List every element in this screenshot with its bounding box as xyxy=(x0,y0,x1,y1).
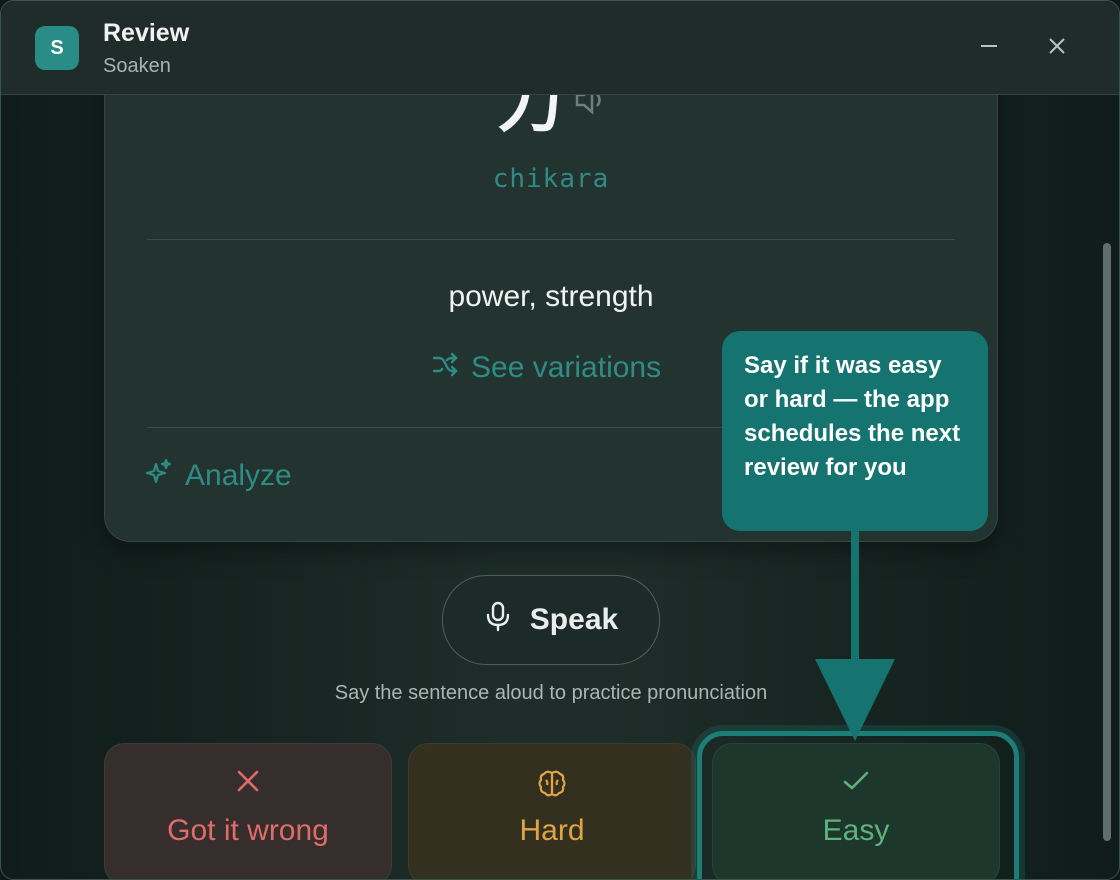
meaning-text: power, strength xyxy=(448,280,654,313)
window-title: Review xyxy=(103,19,190,47)
close-button[interactable] xyxy=(1039,31,1075,65)
title-bar: S Review Soaken xyxy=(1,1,1119,95)
speak-label: Speak xyxy=(529,603,619,636)
hard-label: Hard xyxy=(519,814,585,847)
speak-hint: Say the sentence aloud to practice pronu… xyxy=(334,682,768,704)
minimize-button[interactable] xyxy=(971,31,1007,65)
reading-romaji: chikara xyxy=(492,164,610,194)
analyze-button[interactable]: Analyze xyxy=(145,458,292,494)
tutorial-tooltip: Say if it was easy or hard — the app sch… xyxy=(722,331,988,531)
minimize-icon xyxy=(979,36,999,61)
review-window: 力 chikara power, strength See variations xyxy=(0,0,1120,880)
sparkles-icon xyxy=(145,458,173,494)
see-variations-link[interactable]: See variations xyxy=(431,350,661,386)
see-variations-label: See variations xyxy=(471,351,662,384)
got-it-wrong-label: Got it wrong xyxy=(167,814,329,847)
x-icon xyxy=(105,768,391,794)
app-logo-icon: S xyxy=(35,26,79,70)
divider xyxy=(147,239,955,240)
hard-button[interactable]: Hard xyxy=(408,743,696,879)
close-icon xyxy=(1047,36,1067,61)
easy-highlight-ring xyxy=(697,731,1019,879)
analyze-label: Analyze xyxy=(185,459,292,492)
shuffle-icon xyxy=(431,350,459,386)
got-it-wrong-button[interactable]: Got it wrong xyxy=(104,743,392,879)
window-subtitle: Soaken xyxy=(103,55,171,77)
microphone-icon xyxy=(484,600,512,640)
scrollbar[interactable] xyxy=(1103,243,1111,841)
brain-icon xyxy=(409,768,695,800)
speak-button[interactable]: Speak xyxy=(442,575,660,665)
